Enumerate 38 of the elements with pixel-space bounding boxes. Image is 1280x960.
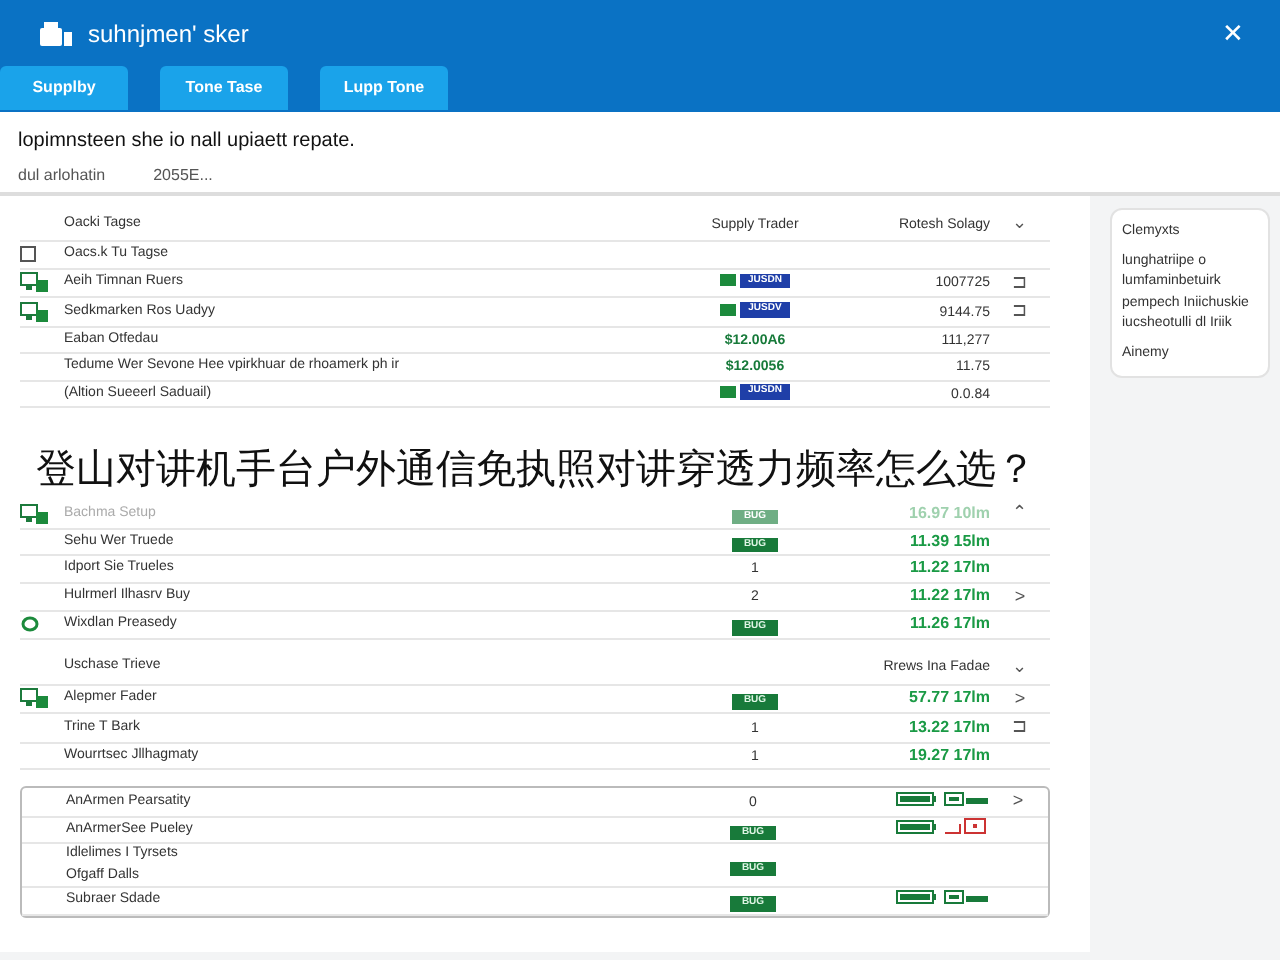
row-action-button[interactable]: ⊐ bbox=[1012, 714, 1028, 741]
row-action-button[interactable]: > bbox=[1014, 685, 1026, 712]
battery-icon bbox=[896, 791, 936, 806]
chevron-button[interactable]: ⌄ bbox=[1012, 653, 1028, 681]
logo-icon bbox=[40, 21, 72, 45]
row-action-button[interactable]: ⊐ bbox=[1012, 298, 1028, 325]
battery-icon bbox=[896, 890, 936, 905]
meta-text: 2055E... bbox=[153, 164, 213, 188]
screen-icon bbox=[944, 791, 988, 806]
reading-text: 11.26 17lm bbox=[909, 614, 990, 633]
row-action-button[interactable]: > bbox=[1014, 583, 1026, 610]
close-button[interactable]: ✕ bbox=[1218, 20, 1248, 46]
square-icon bbox=[720, 274, 737, 287]
reading-text: 13.22 17lm bbox=[909, 717, 990, 736]
monitor-icon bbox=[20, 688, 48, 709]
battery-icon bbox=[896, 819, 936, 834]
app-title: suhnjmen' sker bbox=[88, 17, 249, 51]
monitor-icon bbox=[20, 301, 48, 322]
reading-text: 11.22 17lm bbox=[909, 558, 990, 577]
reading-text: 11.39 15lm bbox=[909, 531, 990, 550]
reading-text: 11.22 17lm bbox=[909, 586, 990, 605]
caption-text: 登山对讲机手台户外通信免执照对讲穿透力频率怎么选？ bbox=[36, 448, 1036, 492]
info-text: lopimnsteen she io nall upiaett repate. bbox=[18, 128, 357, 156]
meta-text: dul arlohatin bbox=[18, 164, 106, 188]
reading-text: 19.27 17lm bbox=[909, 745, 990, 764]
row-action-button[interactable]: > bbox=[1012, 788, 1024, 815]
monitor-icon bbox=[20, 503, 48, 524]
alert-icon bbox=[944, 818, 988, 835]
monitor-icon bbox=[20, 272, 48, 293]
reading-text: 57.77 17lm bbox=[909, 688, 990, 707]
checkbox[interactable] bbox=[20, 246, 36, 263]
ring-icon bbox=[20, 616, 40, 633]
reading-text: 16.97 10lm bbox=[909, 503, 990, 522]
chevron-button[interactable]: ⌄ bbox=[1012, 210, 1028, 238]
row-action-button[interactable]: ⊐ bbox=[1012, 269, 1028, 296]
screen-icon bbox=[944, 890, 988, 905]
square-icon bbox=[720, 303, 737, 316]
square-icon bbox=[720, 385, 737, 398]
